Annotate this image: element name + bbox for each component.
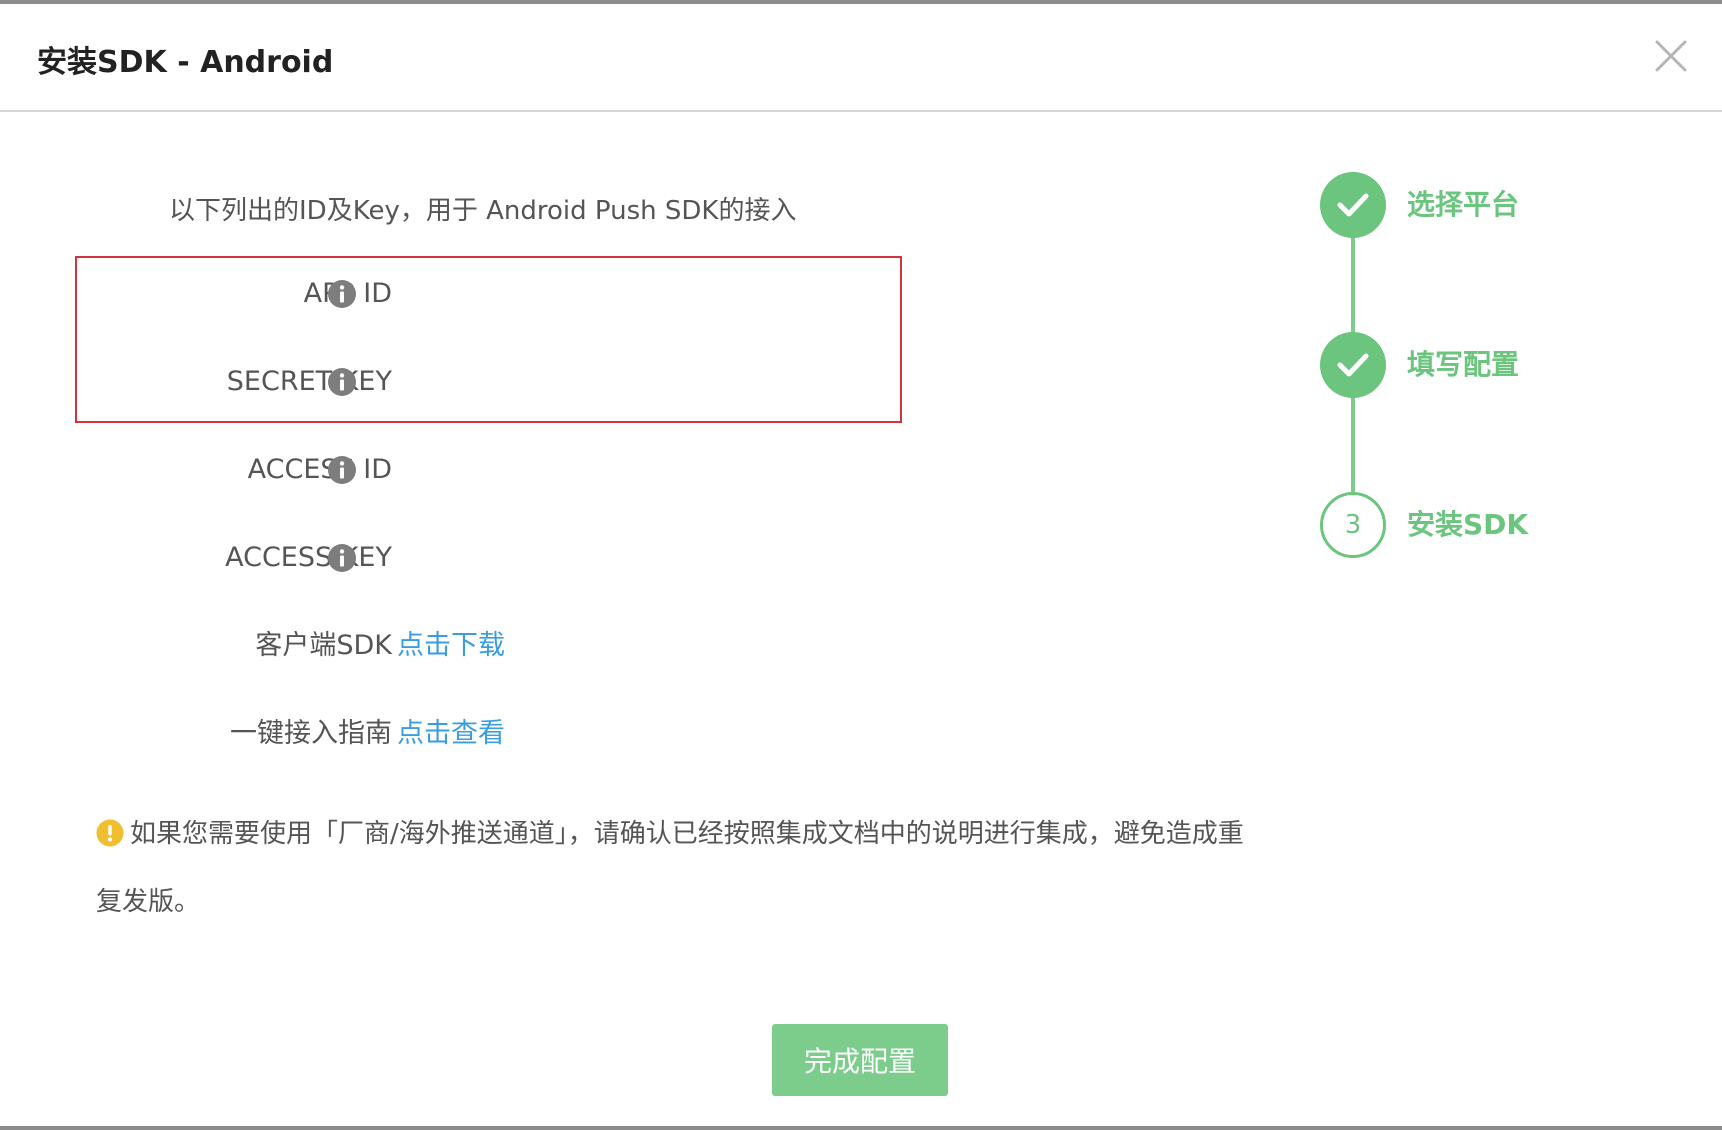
- access-id-row: ACCESS ID: [75, 448, 905, 492]
- bottom-border: [0, 1126, 1722, 1130]
- guide-label: 一键接入指南: [230, 718, 392, 749]
- client-sdk-row: 客户端SDK 点击下载: [75, 624, 905, 668]
- secret-key-label: SECRET KEY: [226, 366, 392, 397]
- info-icon[interactable]: [327, 279, 357, 309]
- view-guide-link[interactable]: 点击查看: [397, 712, 505, 756]
- step-install-sdk: 3 安装SDK: [1320, 492, 1620, 558]
- warning-icon: [96, 819, 124, 847]
- notice-text: 如果您需要使用「厂商/海外推送通道」，请确认已经按照集成文档中的说明进行集成，避…: [96, 819, 1244, 917]
- step-label: 填写配置: [1407, 348, 1520, 381]
- dialog-header: 安装SDK - Android: [0, 4, 1722, 112]
- download-sdk-link[interactable]: 点击下载: [397, 624, 505, 668]
- dialog-title: 安装SDK - Android: [37, 45, 334, 80]
- step-number: 3: [1320, 492, 1386, 558]
- app-id-row: APP ID: [75, 272, 905, 316]
- close-icon[interactable]: [1651, 36, 1691, 76]
- finish-config-button[interactable]: 完成配置: [772, 1024, 948, 1096]
- intro-text: 以下列出的ID及Key，用于 Android Push SDK的接入: [169, 196, 797, 226]
- step-connector: [1351, 394, 1355, 494]
- access-key-label: ACCESS KEY: [225, 542, 392, 573]
- step-select-platform: 选择平台: [1320, 172, 1620, 238]
- step-fill-config: 填写配置: [1320, 332, 1620, 398]
- guide-row: 一键接入指南 点击查看: [75, 712, 905, 756]
- checkmark-icon: [1320, 172, 1386, 238]
- step-label: 选择平台: [1407, 188, 1520, 221]
- access-id-label: ACCESS ID: [247, 454, 392, 485]
- client-sdk-label: 客户端SDK: [255, 630, 392, 661]
- vendor-channel-notice: 如果您需要使用「厂商/海外推送通道」，请确认已经按照集成文档中的说明进行集成，避…: [96, 800, 1256, 936]
- step-label: 安装SDK: [1407, 508, 1529, 541]
- secret-key-row: SECRET KEY: [75, 360, 905, 404]
- progress-steps: 选择平台 填写配置 3 安装SDK: [1320, 172, 1620, 572]
- info-icon[interactable]: [327, 367, 357, 397]
- install-sdk-dialog: 安装SDK - Android 以下列出的ID及Key，用于 Android P…: [0, 0, 1722, 1130]
- info-icon[interactable]: [327, 455, 357, 485]
- step-connector: [1351, 234, 1355, 334]
- access-key-row: ACCESS KEY: [75, 536, 905, 580]
- checkmark-icon: [1320, 332, 1386, 398]
- info-icon[interactable]: [327, 543, 357, 573]
